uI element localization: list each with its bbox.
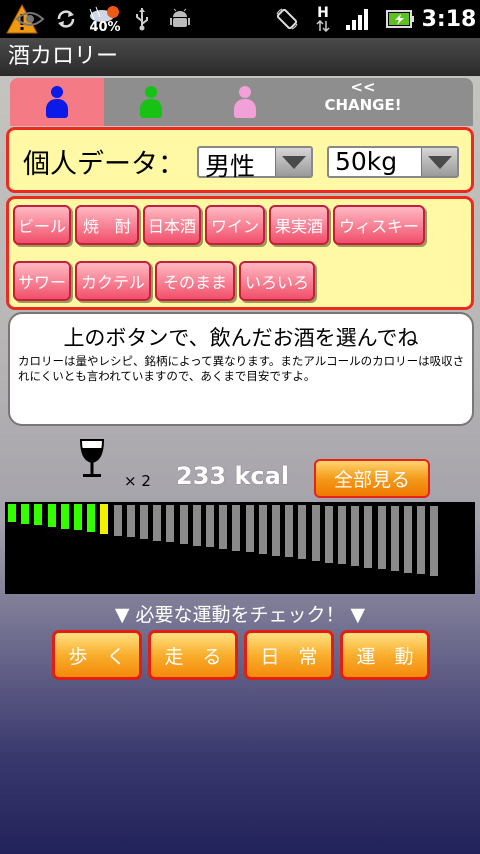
tab-profile-2[interactable] [104,78,198,126]
drink-button-straight[interactable]: そのまま [155,261,235,301]
person-blue-icon [45,86,69,118]
daily-activity-button[interactable]: 日 常 [244,630,334,680]
sports-button[interactable]: 運 動 [340,630,430,680]
meter-bar [206,504,214,548]
chevron-down-icon [421,148,457,176]
person-green-icon [139,86,163,118]
meter-bar [166,504,175,543]
meter-bar [404,505,412,573]
meter-bar [74,504,82,531]
meter-bar [364,505,373,568]
change-profile-link[interactable]: << CHANGE! [310,78,416,114]
drink-button-various[interactable]: いろいろ [239,261,315,301]
meter-bar [351,505,360,566]
meter-bar [47,504,56,528]
drink-count: × 2 [124,472,151,490]
drink-button-fruit-wine[interactable]: 果実酒 [269,205,329,245]
eye-icon [10,0,50,38]
sync-icon [52,0,80,38]
drink-buttons-panel: ビール 焼 酎 日本酒 ワイン 果実酒 ウィスキー サワー カクテル そのまま … [6,196,474,310]
drink-button-cocktail[interactable]: カクテル [75,261,151,301]
battery-percent: 40% [89,19,121,35]
info-body: カロリーは量やレシピ、銘柄によって異なります。またアルコールのカロリーは吸収され… [18,354,465,383]
tab-profile-1[interactable] [10,78,104,126]
info-title: 上のボタンで、飲んだお酒を選んでね [63,326,419,350]
meter-bar [153,504,162,541]
calorie-total: 233 kcal [176,462,290,490]
meter-bar [100,504,109,534]
meter-bar [390,505,399,571]
meter-bar [377,505,386,570]
network-type-label: H [317,5,329,21]
person-pink-icon [233,86,257,118]
app-title: 酒カロリー [8,44,119,69]
run-button[interactable]: 走 る [148,630,238,680]
drink-button-wine[interactable]: ワイン [205,205,265,245]
meter-bar [245,505,254,553]
meter-bar [417,505,426,575]
drink-button-sour[interactable]: サワー [13,261,71,301]
drink-button-shochu[interactable]: 焼 酎 [75,205,139,245]
meter-bar [8,504,16,522]
status-bar: 40% H 3:18 [0,0,480,38]
personal-data-panel: 個人データ： 男性 50kg [6,127,474,193]
meter-bar [324,505,333,563]
meter-bar [126,504,135,538]
drink-button-sake[interactable]: 日本酒 [143,205,201,245]
meter-bar [87,504,96,533]
profile-tab-bar: << CHANGE! [10,78,473,126]
battery-icon [382,0,418,38]
meter-bar [232,505,241,551]
meter-bar [258,505,267,555]
meter-bar [34,504,43,526]
usb-icon [128,0,156,38]
meter-bar [179,504,188,544]
gender-select[interactable]: 男性 [197,146,313,181]
meter-bar [192,504,201,546]
exercise-check-label: ▼ 必要な運動をチェック！ ▼ [114,604,366,626]
info-box: 上のボタンで、飲んだお酒を選んでね カロリーは量やレシピ、銘柄によって異なります… [8,312,474,426]
meter-bar [140,504,148,539]
rotation-icon [272,0,302,38]
clock: 3:18 [421,6,477,32]
android-icon [164,0,196,38]
meter-bar [430,506,439,576]
meter-bar [285,505,294,558]
weather-icon: 40% [84,0,126,38]
weight-value: 50kg [335,147,398,176]
meter-bar [311,505,320,561]
drink-button-whisky[interactable]: ウィスキー [333,205,425,245]
meter-bar [272,505,280,556]
walk-button[interactable]: 歩 く [52,630,142,680]
weight-select[interactable]: 50kg [327,146,459,178]
network-type-icon: H [312,0,334,38]
meter-bar [338,505,346,565]
meter-bar [113,504,122,536]
app-title-bar: 酒カロリー [0,38,480,76]
signal-icon [340,0,376,38]
tab-profile-3[interactable] [198,78,292,126]
personal-data-label: 個人データ： [23,149,185,180]
gender-value: 男性 [205,152,256,181]
meter-bar [298,505,307,560]
wine-glass-icon [78,438,106,480]
chevron-down-icon [275,148,311,176]
show-all-button[interactable]: 全部見る [314,459,430,498]
meter-bar [219,505,228,549]
drink-button-beer[interactable]: ビール [13,205,71,245]
calorie-meter [5,502,475,594]
meter-bar [60,504,69,529]
meter-bar [21,504,30,524]
